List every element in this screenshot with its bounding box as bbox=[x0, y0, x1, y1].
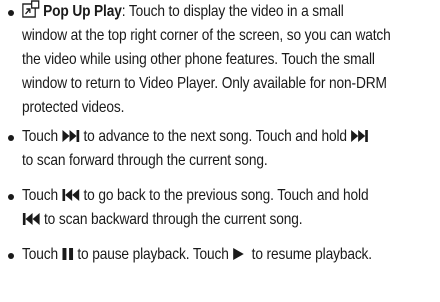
pop-up-play-icon bbox=[22, 0, 40, 26]
list-item-text: protected videos. bbox=[22, 99, 125, 116]
list-item-text: Touch bbox=[22, 246, 58, 263]
list-item-line: Touch to advance to the next song. Touch… bbox=[22, 125, 369, 149]
list-item-text: to scan backward through the current son… bbox=[44, 211, 303, 228]
list-item-line: Touch to pause playback. Touch to resume… bbox=[22, 243, 372, 267]
bullet bbox=[8, 194, 14, 200]
rewind-icon bbox=[22, 210, 40, 234]
list-item-line: protected videos. bbox=[22, 96, 124, 120]
list-item-line: window to return to Video Player. Only a… bbox=[22, 72, 387, 96]
list-item-text: : Touch to display the video in a small bbox=[121, 3, 344, 20]
list-item-line: to scan backward through the current son… bbox=[22, 208, 303, 234]
list-item-line: Touch to go back to the previous song. T… bbox=[22, 184, 369, 210]
play-icon bbox=[232, 245, 244, 269]
list-item-text: to go back to the previous song. Touch a… bbox=[83, 187, 369, 204]
list-item-text: to resume playback. bbox=[251, 246, 372, 263]
pause-icon bbox=[61, 245, 73, 269]
list-item-text: Touch bbox=[22, 187, 58, 204]
list-item-line: Pop Up Play: Touch to display the video … bbox=[22, 0, 344, 24]
list-item-text: Touch bbox=[22, 128, 58, 145]
fast-forward-icon bbox=[350, 127, 369, 151]
list-item-line: the video while using other phone featur… bbox=[22, 48, 375, 72]
list-item-text: window to return to Video Player. Only a… bbox=[22, 75, 387, 92]
fast-forward-icon bbox=[61, 127, 80, 151]
list-item-text: to advance to the next song. Touch and h… bbox=[83, 128, 347, 145]
list-item-text: to scan forward through the current song… bbox=[22, 152, 268, 169]
list-item-line: to scan forward through the current song… bbox=[22, 149, 268, 173]
rewind-icon bbox=[61, 186, 80, 210]
bullet bbox=[8, 253, 14, 259]
pop-up-play-label: Pop Up Play bbox=[43, 3, 122, 20]
list-item-text: the video while using other phone featur… bbox=[22, 51, 375, 68]
manual-page: Pop Up Play: Touch to display the video … bbox=[0, 0, 440, 302]
list-item-text: window at the top right corner of the sc… bbox=[22, 27, 391, 44]
bullet bbox=[8, 135, 14, 141]
list-item-text: to pause playback. Touch bbox=[77, 246, 229, 263]
bullet bbox=[8, 10, 14, 16]
list-item-line: window at the top right corner of the sc… bbox=[22, 24, 391, 48]
